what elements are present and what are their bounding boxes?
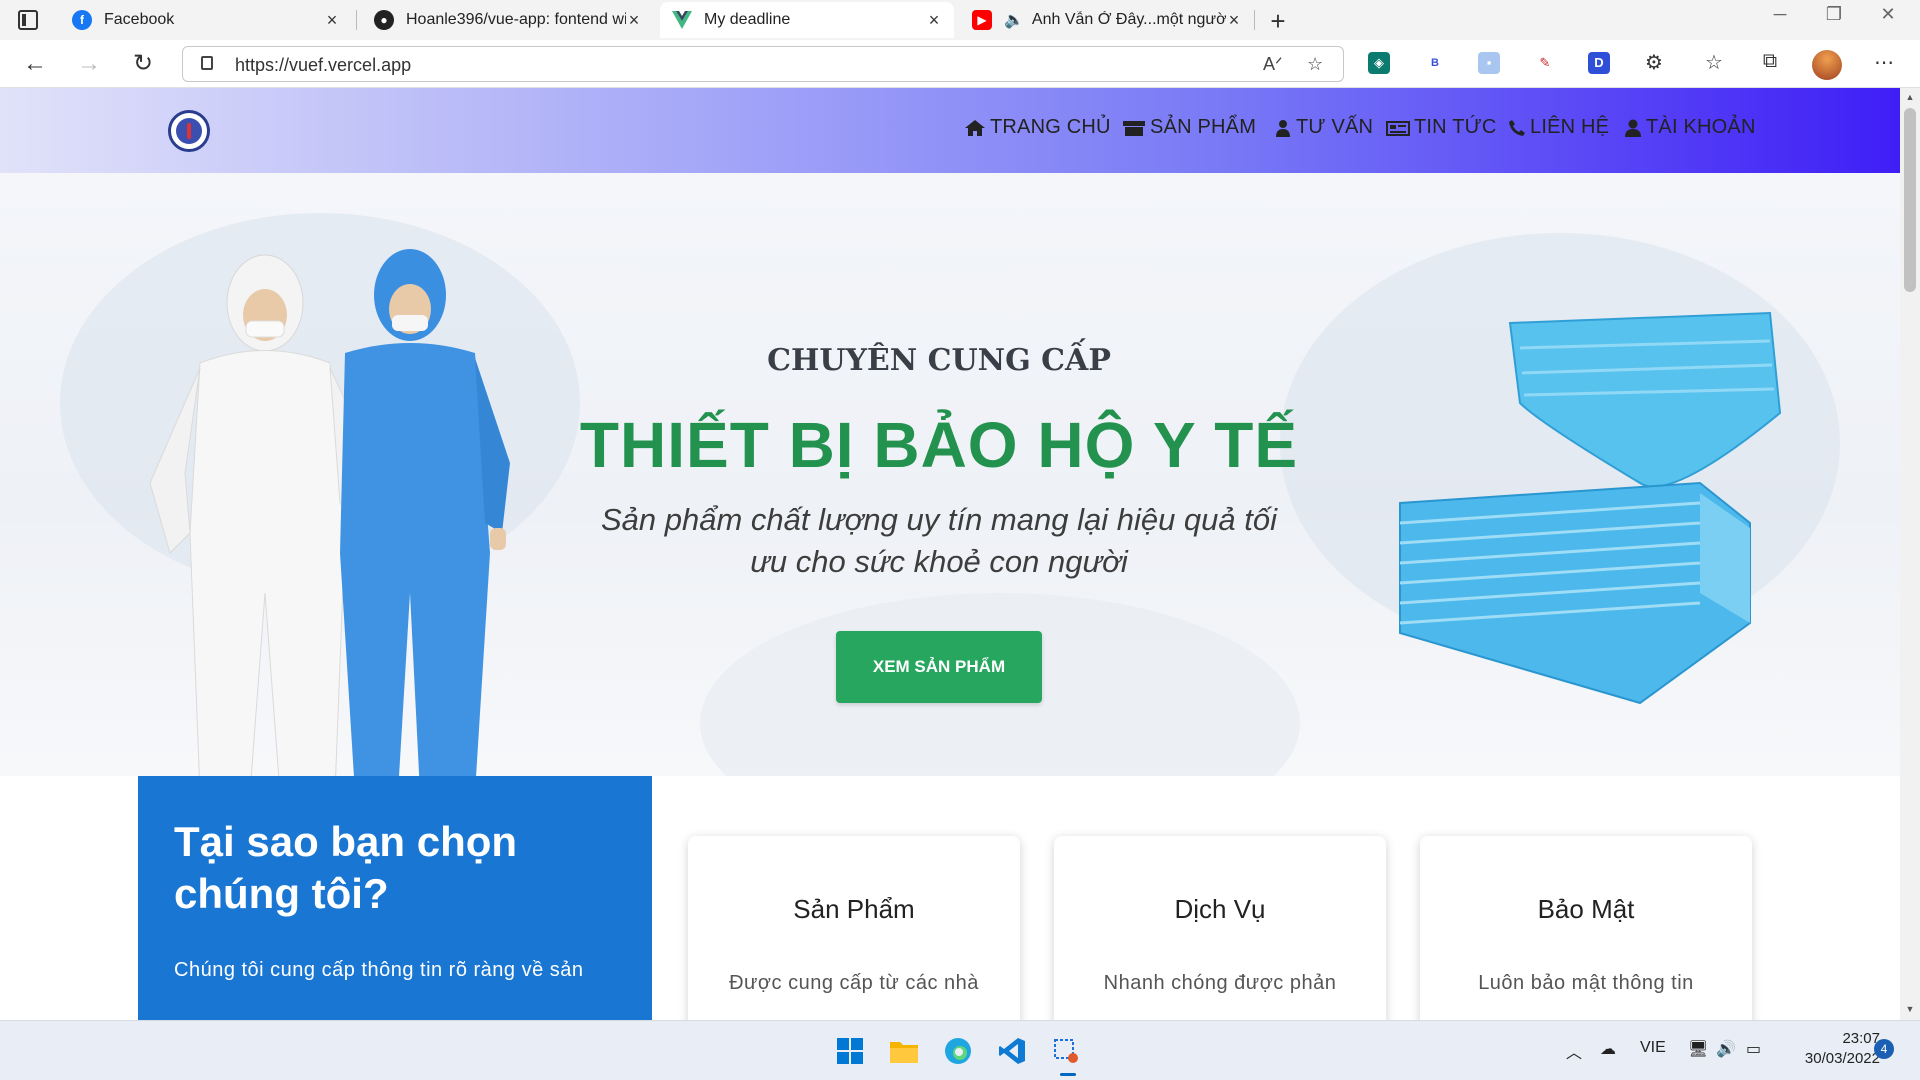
tab-bar: f Facebook × ● Hoanle396/vue-app: fonten… xyxy=(0,0,1920,40)
address-toolbar: ← → ↻ https://vuef.vercel.app A͏ᐟ ☆ ◈ B … xyxy=(0,40,1920,88)
nav-consulting[interactable]: TƯ VẤN xyxy=(1274,116,1373,139)
close-icon[interactable]: × xyxy=(926,10,942,31)
nav-products[interactable]: SẢN PHẨM xyxy=(1122,116,1256,139)
lock-icon[interactable] xyxy=(201,56,213,70)
network-icon[interactable]: 🖥 xyxy=(1688,1039,1708,1059)
tab-youtube[interactable]: ▶ 🔈 Anh Vẫn Ở Đây...một người × xyxy=(960,2,1254,38)
feature-card-services[interactable]: Dịch Vụ Nhanh chóng được phản xyxy=(1054,836,1386,1020)
feature-card-products[interactable]: Sản Phẩm Được cung cấp từ các nhà xyxy=(688,836,1020,1020)
show-hidden-icons-icon[interactable]: ︿ xyxy=(1566,1039,1582,1063)
onedrive-icon[interactable]: ☁ xyxy=(1600,1039,1616,1059)
favorites-icon[interactable]: ☆ xyxy=(1700,50,1728,75)
restore-button[interactable]: ❐ xyxy=(1814,4,1854,25)
scrollbar-thumb[interactable] xyxy=(1904,108,1916,292)
nav-account[interactable]: TÀI KHOẢN xyxy=(1624,116,1756,139)
close-icon[interactable]: × xyxy=(1226,10,1242,31)
close-icon[interactable]: × xyxy=(324,10,340,31)
clock[interactable]: 23:07 30/03/2022 xyxy=(1780,1029,1880,1069)
read-aloud-icon[interactable]: A͏ᐟ xyxy=(1263,54,1283,75)
nav-news[interactable]: TIN TỨC xyxy=(1386,116,1497,139)
user-tie-icon xyxy=(1276,119,1290,137)
hero-description: Sản phẩm chất lượng uy tín mang lại hiệu… xyxy=(600,502,1278,579)
start-icon[interactable] xyxy=(832,1033,868,1069)
new-tab-button[interactable]: + xyxy=(1264,6,1292,37)
youtube-icon: ▶ xyxy=(972,10,992,30)
close-icon[interactable]: × xyxy=(626,10,642,31)
extension-d-icon[interactable]: D xyxy=(1588,52,1610,74)
forward-button[interactable]: → xyxy=(74,50,104,78)
why-title: Tại sao bạn chọn chúng tôi? xyxy=(174,818,518,917)
notification-badge[interactable]: 4 xyxy=(1874,1039,1894,1059)
collections-icon[interactable]: ⧉ xyxy=(1756,50,1784,73)
language-indicator[interactable]: VIE xyxy=(1640,1039,1666,1057)
home-icon xyxy=(965,119,985,136)
vue-icon xyxy=(672,10,692,30)
tab-github[interactable]: ● Hoanle396/vue-app: fontend wi × xyxy=(362,2,654,38)
speaker-icon[interactable]: 🔈 xyxy=(1004,10,1024,30)
snipping-tool-icon[interactable] xyxy=(1048,1033,1084,1069)
scroll-down-icon[interactable]: ▼ xyxy=(1904,1004,1916,1014)
battery-icon[interactable]: ▭ xyxy=(1746,1039,1761,1059)
url-bar[interactable]: https://vuef.vercel.app A͏ᐟ ☆ xyxy=(182,46,1344,82)
more-menu-icon[interactable]: ⋯ xyxy=(1870,50,1898,75)
extension-icon[interactable]: ◈ xyxy=(1368,52,1390,74)
tab-actions-icon[interactable] xyxy=(18,10,38,30)
why-choose-us-box: Tại sao bạn chọn chúng tôi? Chúng tôi cu… xyxy=(138,776,652,1020)
nav-contact[interactable]: LIÊN HỆ xyxy=(1508,116,1609,139)
eyedropper-extension-icon[interactable]: ✎ xyxy=(1534,52,1556,74)
add-favorite-icon[interactable]: ☆ xyxy=(1307,54,1323,75)
user-icon xyxy=(1625,119,1641,137)
taskbar: ︿ ☁ VIE 🖥 🔊 ▭ 23:07 30/03/2022 4 xyxy=(0,1020,1920,1080)
protective-suits-image xyxy=(149,249,510,776)
why-text: Chúng tôi cung cấp thông tin rõ ràng về … xyxy=(174,959,584,981)
close-window-button[interactable]: ✕ xyxy=(1868,4,1908,25)
nav-home[interactable]: TRANG CHỦ xyxy=(964,116,1111,139)
site-header: TRANG CHỦ SẢN PHẨM TƯ VẤN TIN TỨC LIÊN H… xyxy=(0,88,1900,173)
feature-card-security[interactable]: Bảo Mật Luôn bảo mật thông tin xyxy=(1420,836,1752,1020)
tab-my-deadline[interactable]: My deadline × xyxy=(660,2,954,38)
scroll-up-icon[interactable]: ▲ xyxy=(1904,92,1916,102)
extension-b-icon[interactable]: B xyxy=(1424,52,1446,74)
volume-icon[interactable]: 🔊 xyxy=(1716,1039,1736,1059)
hero-title: THIẾT BỊ BẢO HỘ Y TẾ xyxy=(579,409,1299,481)
hero-subtitle: CHUYÊN CUNG CẤP xyxy=(767,343,1111,378)
newspaper-icon xyxy=(1386,120,1410,136)
facebook-icon: f xyxy=(72,10,92,30)
file-explorer-icon[interactable] xyxy=(886,1033,922,1069)
page-viewport: TRANG CHỦ SẢN PHẨM TƯ VẤN TIN TỨC LIÊN H… xyxy=(0,88,1900,1020)
url-text[interactable]: https://vuef.vercel.app xyxy=(235,55,411,76)
extensions-icon[interactable]: ⚙ xyxy=(1640,50,1668,75)
site-logo[interactable] xyxy=(168,110,210,152)
tab-facebook[interactable]: f Facebook × xyxy=(60,2,352,38)
back-button[interactable]: ← xyxy=(20,50,50,78)
github-icon: ● xyxy=(374,10,394,30)
profile-avatar[interactable] xyxy=(1812,50,1842,80)
edge-icon[interactable] xyxy=(940,1033,976,1069)
vscode-icon[interactable] xyxy=(994,1033,1030,1069)
phone-icon xyxy=(1509,119,1525,136)
chat-extension-icon[interactable]: ▪ xyxy=(1478,52,1500,74)
minimize-button[interactable]: ─ xyxy=(1760,4,1800,25)
view-products-button[interactable]: XEM SẢN PHẨM xyxy=(836,631,1042,703)
store-icon xyxy=(1123,120,1145,136)
refresh-button[interactable]: ↻ xyxy=(128,50,158,78)
